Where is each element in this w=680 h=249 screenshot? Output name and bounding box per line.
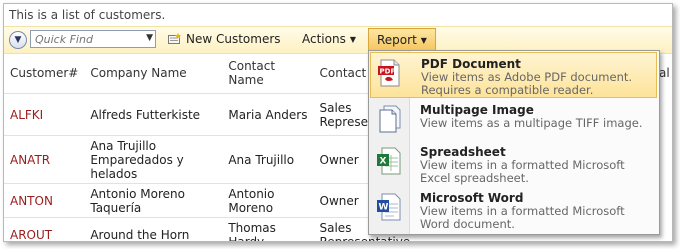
menu-item-pdf-document[interactable]: PDF PDF Document View items as Adobe PDF… bbox=[370, 52, 657, 98]
new-customers-label: New Customers bbox=[186, 32, 281, 46]
table-row[interactable]: ALFKI Alfreds Futterkiste Maria Anders S… bbox=[4, 93, 417, 136]
clipped-column-header: al bbox=[659, 66, 670, 80]
customer-id-cell[interactable]: ANATR bbox=[4, 135, 85, 184]
report-menu-button[interactable]: Report ▼ bbox=[368, 28, 436, 51]
svg-text:X: X bbox=[380, 157, 387, 167]
table-row[interactable]: AROUT Around the Horn Thomas Hardy Sales… bbox=[4, 217, 417, 241]
menu-item-title: PDF Document bbox=[421, 57, 521, 71]
column-header-contact-name[interactable]: Contact Name bbox=[222, 53, 313, 94]
contact-name-cell: Thomas Hardy bbox=[222, 217, 314, 241]
multipage-image-icon bbox=[379, 105, 401, 133]
caret-down-icon: ▼ bbox=[349, 35, 356, 44]
new-record-icon bbox=[168, 33, 181, 44]
customers-grid: Customer# Company Name Contact Name Cont… bbox=[4, 53, 417, 241]
menu-item-spreadsheet[interactable]: X Spreadsheet View items in a formatted … bbox=[370, 141, 657, 187]
menu-item-title: Spreadsheet bbox=[420, 145, 506, 159]
menu-item-description: View items in a formatted Microsoft Exce… bbox=[420, 158, 625, 185]
report-dropdown-menu: PDF PDF Document View items as Adobe PDF… bbox=[368, 50, 660, 235]
table-row[interactable]: ANTON Antonio Moreno Taquería Antonio Mo… bbox=[4, 183, 417, 218]
actions-label: Actions bbox=[302, 32, 346, 46]
menu-item-microsoft-word[interactable]: W Microsoft Word View items in a formatt… bbox=[370, 187, 657, 233]
company-name-cell: Ana Trujillo Emparedados y helados bbox=[84, 135, 223, 184]
contact-name-cell: Maria Anders bbox=[222, 93, 314, 136]
company-name-cell: Around the Horn bbox=[84, 217, 223, 241]
contact-name-cell: Ana Trujillo bbox=[222, 135, 314, 184]
column-header-company-name[interactable]: Company Name bbox=[84, 53, 222, 94]
actions-menu-button[interactable]: Actions ▼ bbox=[296, 30, 362, 49]
customer-id-cell[interactable]: AROUT bbox=[4, 217, 85, 241]
grid-header-row: Customer# Company Name Contact Name Cont… bbox=[4, 53, 416, 94]
menu-item-title: Multipage Image bbox=[420, 103, 534, 117]
company-name-cell: Alfreds Futterkiste bbox=[84, 93, 223, 136]
data-view-frame: This is a list of customers. ▼ ▼ New Cus… bbox=[3, 3, 673, 242]
menu-item-multipage-image[interactable]: Multipage Image View items as a multipag… bbox=[370, 99, 657, 145]
table-row[interactable]: ANATR Ana Trujillo Emparedados y helados… bbox=[4, 135, 417, 184]
new-customers-button[interactable]: New Customers bbox=[162, 30, 287, 49]
svg-text:PDF: PDF bbox=[380, 68, 396, 76]
quick-find-input[interactable] bbox=[33, 32, 141, 46]
customer-id-cell[interactable]: ALFKI bbox=[4, 93, 85, 136]
report-label: Report bbox=[377, 33, 417, 47]
svg-text:W: W bbox=[379, 203, 389, 213]
caret-down-icon: ▼ bbox=[420, 36, 427, 45]
chevron-down-icon[interactable]: ▼ bbox=[9, 31, 27, 49]
menu-item-description: View items in a formatted Microsoft Word… bbox=[420, 204, 625, 231]
company-name-cell: Antonio Moreno Taquería bbox=[84, 183, 223, 218]
pdf-document-icon: PDF bbox=[378, 59, 400, 87]
menu-item-description: View items as a multipage TIFF image. bbox=[420, 116, 643, 130]
view-description: This is a list of customers. bbox=[9, 8, 166, 22]
word-document-icon: W bbox=[377, 193, 401, 221]
column-header-customer-id[interactable]: Customer# bbox=[4, 53, 84, 94]
contact-name-cell: Antonio Moreno bbox=[222, 183, 314, 218]
menu-item-description: View items as Adobe PDF document. Requir… bbox=[421, 70, 633, 97]
menu-item-title: Microsoft Word bbox=[420, 191, 524, 205]
excel-spreadsheet-icon: X bbox=[377, 147, 401, 175]
quick-find-dropdown-icon[interactable]: ▼ bbox=[146, 33, 153, 43]
customer-id-cell[interactable]: ANTON bbox=[4, 183, 85, 218]
quick-find-box[interactable]: ▼ bbox=[30, 30, 156, 48]
